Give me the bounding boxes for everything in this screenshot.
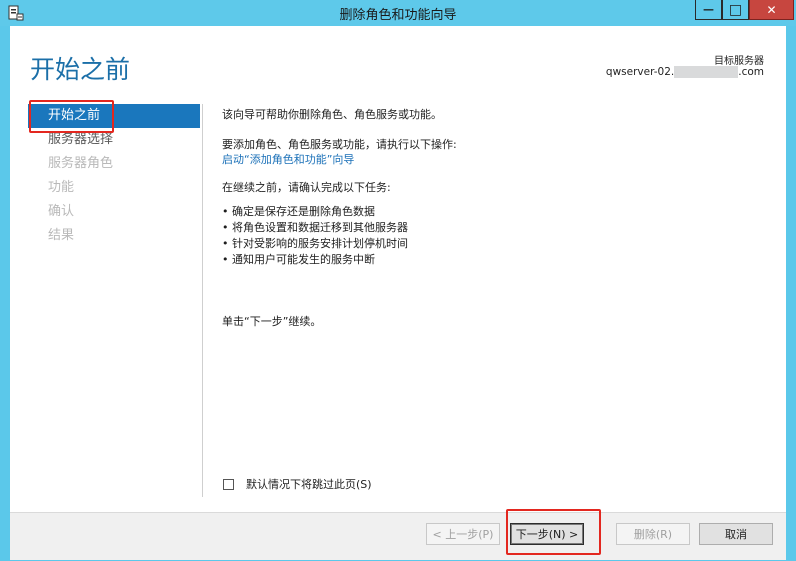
skip-page-option[interactable]: 默认情况下将跳过此页(S): [223, 476, 372, 492]
continue-text: 单击“下一步”继续。: [222, 315, 322, 328]
minimize-button[interactable]: —: [695, 0, 722, 20]
window-title: 删除角色和功能向导: [339, 8, 457, 23]
target-server-suffix: .com: [738, 66, 764, 78]
launch-add-wizard-link[interactable]: 启动“添加角色和功能”向导: [222, 153, 354, 166]
close-button[interactable]: ✕: [749, 0, 794, 20]
add-instruction-text: 要添加角色、角色服务或功能，请执行以下操作:: [222, 138, 457, 151]
skip-page-checkbox[interactable]: [223, 478, 234, 490]
list-item: 针对受影响的服务安排计划停机时间: [222, 236, 762, 252]
list-item: 通知用户可能发生的服务中断: [222, 252, 762, 268]
intro-text: 该向导可帮助你删除角色、角色服务或功能。: [222, 108, 442, 121]
list-item: 确定是保存还是删除角色数据: [222, 204, 762, 220]
target-server-label: 目标服务器: [714, 56, 764, 67]
page-title: 开始之前: [30, 55, 131, 84]
list-item: 将角色设置和数据迁移到其他服务器: [222, 220, 762, 236]
skip-page-label[interactable]: 默认情况下将跳过此页(S): [246, 476, 372, 492]
next-highlight-annotation: [506, 509, 601, 555]
button-bar: < 上一步(P) 下一步(N) > 删除(R) 取消: [10, 512, 786, 560]
target-server-prefix: qwserver-02.: [605, 66, 675, 78]
redacted-area: [674, 66, 739, 78]
nav-item-confirmation: 确认: [48, 204, 75, 219]
remove-button[interactable]: 删除(R): [616, 523, 690, 545]
prereq-text: 在继续之前，请确认完成以下任务:: [222, 181, 391, 194]
nav-item-results: 结果: [48, 228, 75, 243]
target-server-value: qwserver-02. .com: [606, 66, 764, 78]
nav-item-server-roles: 服务器角色: [48, 156, 114, 171]
previous-button[interactable]: < 上一步(P): [426, 523, 500, 545]
minimize-icon: —: [703, 3, 714, 16]
cancel-button[interactable]: 取消: [699, 523, 773, 545]
nav-highlight-annotation: [29, 100, 114, 133]
maximize-icon: □: [728, 1, 743, 18]
close-icon: ✕: [766, 2, 777, 17]
task-list: 确定是保存还是删除角色数据 将角色设置和数据迁移到其他服务器 针对受影响的服务安…: [222, 204, 762, 268]
nav-divider: [202, 104, 203, 497]
nav-item-features: 功能: [48, 180, 75, 195]
title-bar: 删除角色和功能向导 — □ ✕: [0, 0, 796, 26]
maximize-button[interactable]: □: [722, 0, 749, 20]
content-panel: 该向导可帮助你删除角色、角色服务或功能。 要添加角色、角色服务或功能，请执行以下…: [222, 107, 762, 329]
wizard-client-area: 开始之前 目标服务器 qwserver-02. .com 开始之前 服务器选择 服…: [10, 26, 786, 560]
